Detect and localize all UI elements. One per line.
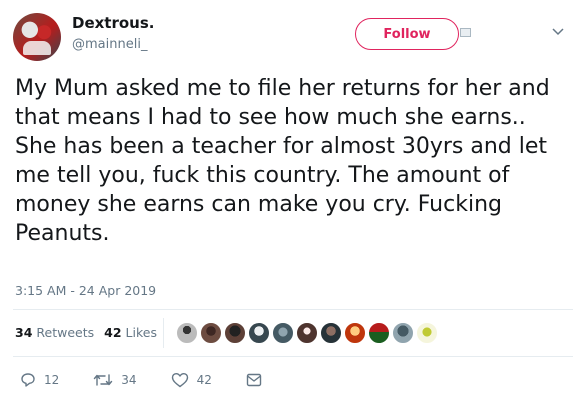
follow-button[interactable]: Follow (355, 18, 459, 50)
retweets-stat[interactable]: 34 Retweets (15, 325, 94, 340)
direct-message-button[interactable] (246, 373, 270, 387)
avatar[interactable] (13, 13, 61, 61)
divider (13, 309, 573, 310)
reply-icon (21, 373, 35, 387)
retweet-count: 34 (121, 373, 137, 387)
liker-avatar[interactable] (368, 322, 390, 344)
user-handle[interactable]: @mainneli_ (72, 37, 147, 52)
liker-avatar[interactable] (200, 322, 222, 344)
reply-count: 12 (44, 373, 60, 387)
stats-separator (163, 318, 164, 348)
follow-image-icon (460, 28, 471, 37)
liker-avatar[interactable] (224, 322, 246, 344)
retweet-icon (94, 374, 113, 386)
retweets-count: 34 (15, 325, 33, 340)
liker-avatar[interactable] (344, 322, 366, 344)
heart-icon (171, 373, 188, 388)
liker-avatar[interactable] (416, 322, 438, 344)
tweet-actions: 12 34 42 (20, 372, 304, 388)
engagement-stats: 34 Retweets 42 Likes (15, 325, 167, 340)
likes-stat[interactable]: 42 Likes (104, 325, 157, 340)
likes-count: 42 (104, 325, 122, 340)
tweet-text: My Mum asked me to file her returns for … (15, 76, 550, 246)
liker-avatar[interactable] (392, 322, 414, 344)
retweet-button[interactable]: 34 (93, 372, 137, 388)
chevron-down-icon[interactable] (552, 28, 564, 36)
liker-avatar[interactable] (320, 322, 342, 344)
retweets-label: Retweets (36, 325, 95, 340)
display-name[interactable]: Dextrous. (72, 14, 154, 32)
reply-button[interactable]: 12 (20, 372, 59, 388)
liker-avatar[interactable] (296, 322, 318, 344)
likes-label: Likes (125, 325, 157, 340)
envelope-icon (246, 373, 262, 387)
divider (13, 356, 573, 357)
like-count: 42 (196, 373, 212, 387)
liker-avatar[interactable] (248, 322, 270, 344)
liker-avatar[interactable] (272, 322, 294, 344)
liker-avatar[interactable] (176, 322, 198, 344)
tweet-timestamp[interactable]: 3:15 AM - 24 Apr 2019 (15, 283, 156, 298)
like-button[interactable]: 42 (171, 372, 212, 388)
